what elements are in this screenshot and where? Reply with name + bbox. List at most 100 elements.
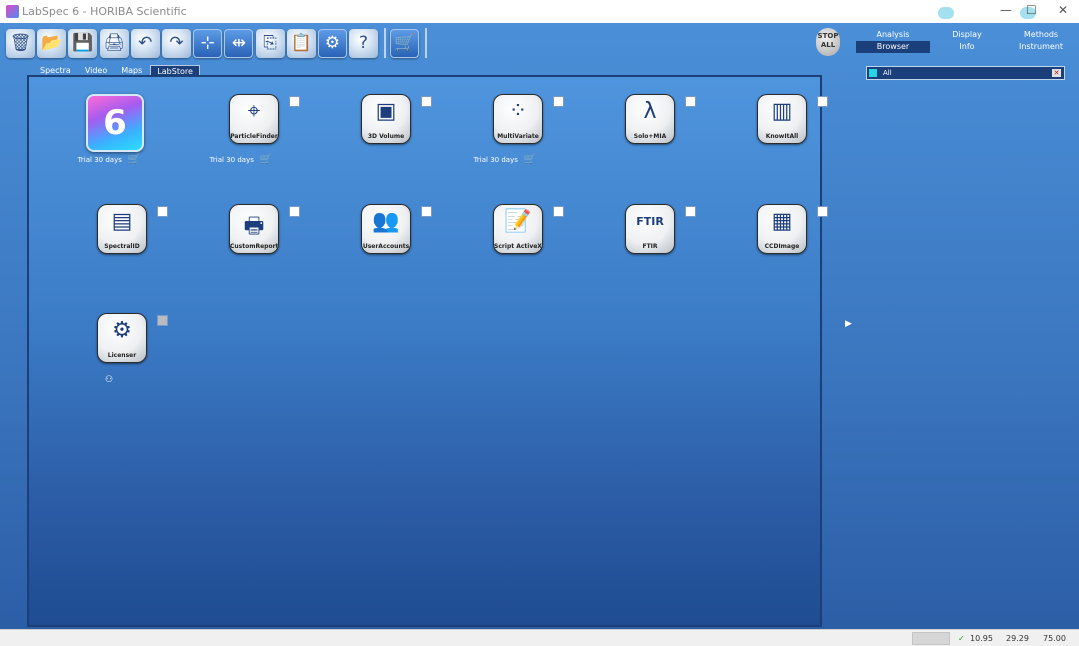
maximize-button[interactable]: ☐ [1026,3,1037,17]
status-value-2: 29.29 [1006,634,1029,643]
app-caption: CustomReport [230,243,278,250]
select-checkbox[interactable] [289,206,300,217]
select-checkbox[interactable] [553,206,564,217]
select-checkbox[interactable] [685,96,696,107]
toolbar-separator [425,28,428,58]
cursor-v-button[interactable]: ⇹ [224,28,254,58]
solo-mia-icon[interactable]: λ Solo+MIA [625,94,675,144]
app-caption: Licenser [107,352,137,359]
toolbar: 🗑 📂 💾 🖨 ↶ ↷ ⊹ ⇹ ⎘ 📋 ⚙? 🛒 [6,26,431,60]
expand-arrow-icon[interactable]: ▶ [845,319,852,329]
select-checkbox[interactable] [421,96,432,107]
status-value-1: 10.95 [970,634,993,643]
cursor-h-button[interactable]: ⊹ [193,28,223,58]
script-activex-icon[interactable]: 📝 Script ActiveX [493,204,543,254]
licenser-icon[interactable]: ⚙ Licenser [97,313,147,363]
save-button[interactable]: 💾 [68,28,98,58]
know-it-all-glyph-icon: ▥ [771,99,793,124]
app-caption: Script ActiveX [494,243,542,250]
window-title: LabSpec 6 - HORIBA Scientific [22,5,187,18]
select-checkbox[interactable] [157,206,168,217]
app-caption: MultiVariate [497,133,539,140]
select-checkbox[interactable] [817,206,828,217]
labstore-panel: 6 Trial 30 days 🛒 ⌖ ParticleFinder Trial 30 d… [27,75,828,627]
app-caption: CCDImage [764,243,800,250]
select-checkbox[interactable] [289,96,300,107]
multivariate-glyph-icon: ⁘ [508,99,528,124]
labspec6-logo-icon[interactable]: 6 [86,94,144,152]
status-bar: ✓ 10.95 29.29 75.00 [0,629,1079,646]
ccd-image-icon[interactable]: ▦ CCDImage [757,204,807,254]
cloud-icon [938,7,954,19]
ccd-image-glyph-icon: ▦ [771,209,793,234]
toolbar-separator [384,28,387,58]
help-button[interactable]: ? [349,28,379,58]
particle-finder-glyph-icon: ⌖ [247,99,261,124]
tab-instrument[interactable]: Instrument [1004,41,1078,53]
select-checkbox[interactable] [817,96,828,107]
status-check-icon: ✓ [958,634,965,643]
open-button[interactable]: 📂 [37,28,67,58]
script-activex-glyph-icon: 📝 [504,209,532,234]
trial-label: Trial 30 days [473,155,518,164]
tab-analysis[interactable]: Analysis [856,29,930,41]
user-accounts-glyph-icon: 👥 [372,209,400,234]
download-icon[interactable]: ⚇ [105,375,113,385]
main-area: 🗑 📂 💾 🖨 ↶ ↷ ⊹ ⇹ ⎘ 📋 ⚙? 🛒 STOP ALL Analysis Display Me… [0,23,1079,629]
app-caption: KnowItAll [765,133,799,140]
multivariate-icon[interactable]: ⁘ MultiVariate [493,94,543,144]
3d-volume-glyph-icon: ▣ [375,99,397,124]
select-checkbox[interactable] [685,206,696,217]
right-tabs: Analysis Display Methods Browser Info Instru… [856,29,1078,53]
print-button[interactable]: 🖨 [99,28,129,58]
status-value-3: 75.00 [1043,634,1066,643]
cart-icon[interactable]: 🛒 [524,154,536,165]
trial-label: Trial 30 days [209,155,254,164]
particle-finder-icon[interactable]: ⌖ ParticleFinder [229,94,279,144]
close-button[interactable]: ✕ [1058,3,1068,17]
undo-button[interactable]: ↶ [130,28,160,58]
title-bar: LabSpec 6 - HORIBA Scientific — ☐ ✕ [0,0,1079,23]
tab-browser[interactable]: Browser [856,41,930,53]
spectral-id-glyph-icon: ▤ [111,209,133,234]
filter-label: All [883,69,892,77]
cart-icon[interactable]: 🛒 [260,154,272,165]
tab-display[interactable]: Display [930,29,1004,41]
app-caption: SpectralID [104,243,140,250]
select-checkbox[interactable] [157,315,168,326]
settings-button[interactable]: ⚙ [317,28,347,58]
redo-button[interactable]: ↷ [161,28,191,58]
tab-info[interactable]: Info [930,41,1004,53]
tab-methods[interactable]: Methods [1004,29,1078,41]
3d-volume-icon[interactable]: ▣ 3D Volume [361,94,411,144]
cart-icon[interactable]: 🛒 [128,154,140,165]
close-filter-icon[interactable]: ✕ [1052,69,1061,77]
stop-all-button[interactable]: STOP ALL [816,28,840,56]
app-caption: ParticleFinder [230,133,278,140]
custom-report-glyph-icon: 🖶 [243,214,265,239]
user-accounts-icon[interactable]: 👥 UserAccounts [361,204,411,254]
select-checkbox[interactable] [553,96,564,107]
paste-button[interactable]: 📋 [286,28,316,58]
browser-filter-bar[interactable]: All ✕ [866,66,1065,80]
custom-report-icon[interactable]: 🖶 CustomReport [229,204,279,254]
minimize-button[interactable]: — [1000,3,1012,17]
app-caption: FTIR [642,243,658,250]
trial-label: Trial 30 days [77,155,122,164]
color-swatch-icon [869,69,877,77]
solo-mia-glyph-icon: λ [643,99,657,124]
app-caption: 3D Volume [367,133,405,140]
app-icon [6,5,19,18]
spectral-id-icon[interactable]: ▤ SpectralID [97,204,147,254]
copy-button[interactable]: ⎘ [255,28,285,58]
app-caption: Solo+MIA [633,133,667,140]
ftir-icon[interactable]: FTIR FTIR [625,204,675,254]
status-field [912,632,950,645]
trash-button[interactable]: 🗑 [6,28,35,58]
licenser-glyph-icon: ⚙ [112,318,132,343]
ftir-glyph-icon: FTIR [636,215,664,228]
select-checkbox[interactable] [421,206,432,217]
app-caption: UserAccounts [362,243,410,250]
know-it-all-icon[interactable]: ▥ KnowItAll [757,94,807,144]
store-cart-button[interactable]: 🛒 [390,28,420,58]
